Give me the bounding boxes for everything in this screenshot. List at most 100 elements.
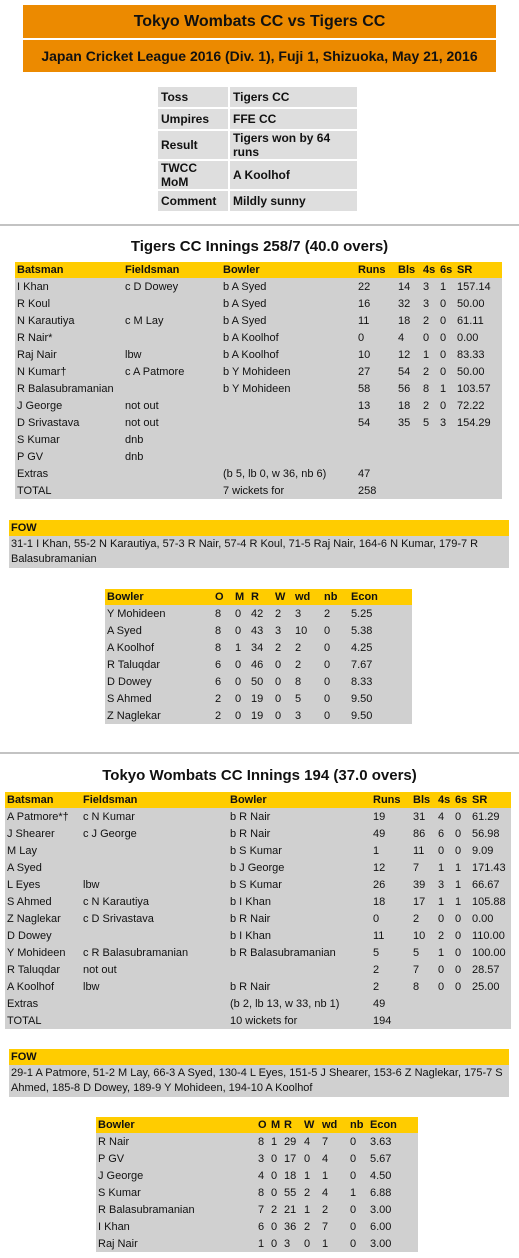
table-cell: 1 xyxy=(453,876,470,893)
innings-1-title: Tigers CC Innings 258/7 (40.0 overs) xyxy=(130,238,389,255)
table-cell: 3 xyxy=(293,605,322,622)
table-cell: 0 xyxy=(302,1235,320,1252)
column-header: Econ xyxy=(368,1117,418,1133)
batting-header-row: Batsman Fieldsman Bowler Runs Bls 4s 6s SR xyxy=(5,792,511,808)
table-cell: 8.33 xyxy=(349,673,412,690)
table-cell: 8 xyxy=(293,673,322,690)
match-title: Tokyo Wombats CC vs Tigers CC xyxy=(23,5,496,38)
table-cell: 0 xyxy=(438,329,455,346)
table-cell xyxy=(421,482,438,499)
table-cell: 22 xyxy=(356,278,396,295)
table-cell: 13 xyxy=(356,397,396,414)
table-cell: c R Balasubramanian xyxy=(81,944,228,961)
table-cell: 1 xyxy=(453,893,470,910)
table-cell: 16 xyxy=(356,295,396,312)
table-cell: 6.00 xyxy=(368,1218,418,1235)
table-cell: 2 xyxy=(213,690,233,707)
table-cell xyxy=(123,482,221,499)
table-cell: 0.00 xyxy=(455,329,502,346)
table-cell xyxy=(221,431,356,448)
bowling-row: S Ahmed 2 0 19 0 5 0 9.50 xyxy=(105,690,412,707)
table-cell: b R Nair xyxy=(228,808,371,825)
fow-text: 29-1 A Patmore, 51-2 M Lay, 66-3 A Syed,… xyxy=(9,1065,509,1097)
column-header: 6s xyxy=(438,262,455,278)
table-cell xyxy=(81,1012,228,1029)
table-cell xyxy=(396,448,421,465)
batting-row: R Koul b A Syed 16 32 3 0 50.00 xyxy=(15,295,502,312)
column-header: nb xyxy=(348,1117,368,1133)
column-header: R xyxy=(282,1117,302,1133)
table-cell: 110.00 xyxy=(470,927,511,944)
table-cell: R Balasubramanian xyxy=(15,380,123,397)
table-cell: 26 xyxy=(371,876,411,893)
table-cell: 0 xyxy=(273,656,293,673)
innings-2-bowling-table: Bowler O M R Wwd nb Econ R Nair 8 1 29 4 7 0 3.63 P GV 3… xyxy=(96,1117,418,1252)
table-cell: 11 xyxy=(411,842,436,859)
table-cell xyxy=(455,482,502,499)
match-subtitle: Japan Cricket League 2016 (Div. 1), Fuji… xyxy=(23,40,496,72)
table-cell: Y Mohideen xyxy=(105,605,213,622)
table-cell: 0 xyxy=(273,690,293,707)
table-cell: 0 xyxy=(322,656,349,673)
table-cell: 6.88 xyxy=(368,1184,418,1201)
table-cell: 28.57 xyxy=(470,961,511,978)
innings-2-fow: FOW 29-1 A Patmore, 51-2 M Lay, 66-3 A S… xyxy=(9,1049,509,1097)
table-cell: lbw xyxy=(123,346,221,363)
section-divider xyxy=(0,752,519,754)
table-cell: 7 xyxy=(411,859,436,876)
table-cell: (b 5, lb 0, w 36, nb 6) xyxy=(221,465,356,482)
table-cell: 25.00 xyxy=(470,978,511,995)
table-cell: 2 xyxy=(371,978,411,995)
batting-row: D Dowey b I Khan 11 10 2 0 110.00 xyxy=(5,927,511,944)
table-cell: 0 xyxy=(269,1218,282,1235)
table-cell: c J George xyxy=(81,825,228,842)
table-cell: 2 xyxy=(273,605,293,622)
table-cell: b S Kumar xyxy=(228,842,371,859)
table-cell: 0 xyxy=(453,842,470,859)
table-cell: 5 xyxy=(411,944,436,961)
table-cell: J George xyxy=(96,1167,256,1184)
table-cell: A Koolhof xyxy=(105,639,213,656)
table-cell: 4.50 xyxy=(368,1167,418,1184)
table-cell: dnb xyxy=(123,431,221,448)
fow-text: 31-1 I Khan, 55-2 N Karautiya, 57-3 R Na… xyxy=(9,536,509,568)
table-cell: 17 xyxy=(282,1150,302,1167)
table-cell: 5 xyxy=(421,414,438,431)
innings-2-batting-table: Batsman Fieldsman Bowler Runs Bls 4s 6s SR A Pat… xyxy=(5,792,511,1029)
table-cell: L Eyes xyxy=(5,876,81,893)
table-cell: 0 xyxy=(453,825,470,842)
table-cell: 0 xyxy=(273,707,293,724)
table-cell: 0 xyxy=(436,910,453,927)
column-header: 6s xyxy=(453,792,470,808)
table-cell: 0 xyxy=(348,1201,368,1218)
table-cell: 3.63 xyxy=(368,1133,418,1150)
table-cell: 100.00 xyxy=(470,944,511,961)
table-cell: 55 xyxy=(282,1184,302,1201)
table-cell xyxy=(81,859,228,876)
fow-header: FOW xyxy=(9,1049,509,1065)
table-cell: 1 xyxy=(436,859,453,876)
info-value: Tigers won by 64 runs xyxy=(230,131,357,159)
table-cell xyxy=(421,448,438,465)
table-cell: dnb xyxy=(123,448,221,465)
table-cell: S Kumar xyxy=(96,1184,256,1201)
table-cell: S Ahmed xyxy=(5,893,81,910)
column-header: wd xyxy=(293,589,322,605)
table-cell: 21 xyxy=(282,1201,302,1218)
table-cell: D Dowey xyxy=(5,927,81,944)
table-cell: 0 xyxy=(348,1235,368,1252)
table-cell: 72.22 xyxy=(455,397,502,414)
bowling-row: D Dowey 6 0 50 0 8 0 8.33 xyxy=(105,673,412,690)
table-cell: J Shearer xyxy=(5,825,81,842)
table-cell: 1 xyxy=(421,346,438,363)
table-cell xyxy=(455,431,502,448)
table-cell: 6 xyxy=(436,825,453,842)
table-cell: 54 xyxy=(396,363,421,380)
bowling-header-row: Bowler O M R Wwd nb Econ xyxy=(105,589,412,605)
table-cell: 4 xyxy=(320,1150,348,1167)
table-cell: 5 xyxy=(293,690,322,707)
batting-row: S Kumar dnb xyxy=(15,431,502,448)
table-cell: 0 xyxy=(436,842,453,859)
table-cell: 1 xyxy=(453,859,470,876)
bowling-row: I Khan 6 0 36 2 7 0 6.00 xyxy=(96,1218,418,1235)
